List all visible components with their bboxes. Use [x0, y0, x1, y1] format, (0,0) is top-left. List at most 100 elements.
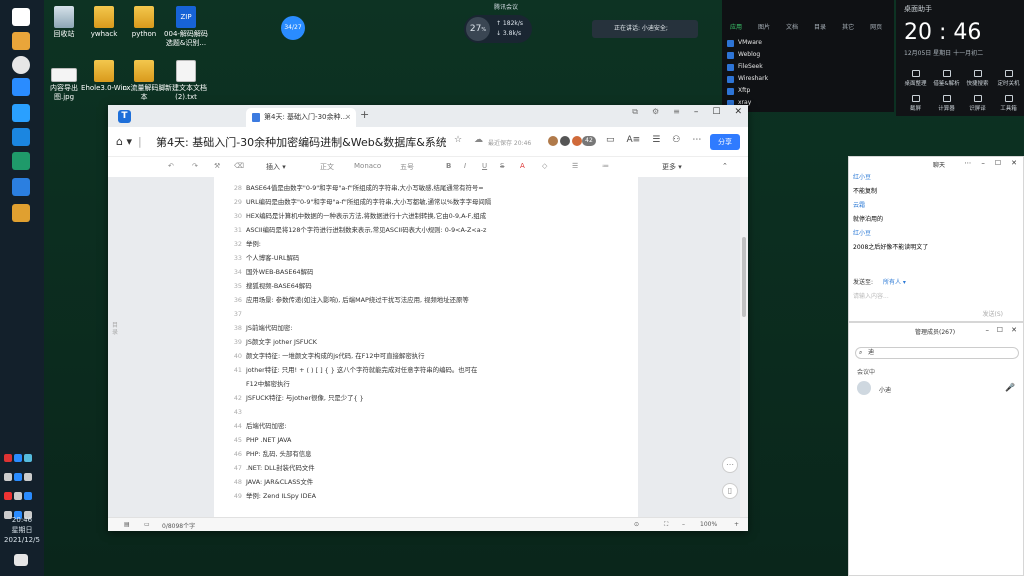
star-icon[interactable]: ☆ [454, 135, 462, 145]
comment-icon[interactable]: ▭ [606, 135, 615, 145]
font-select[interactable]: Monaco [354, 162, 381, 170]
more-icon[interactable]: ⋯ [692, 135, 701, 145]
document-page[interactable]: 28 BASE64值是由数字"0-9"和字母"a-f"所组成的字符串,大小写敏感,… [214, 177, 638, 517]
desktop-icon-cx[interactable]: cx流量解码脚本 [120, 60, 168, 102]
list-icon[interactable]: ☰ [652, 135, 660, 145]
list-button[interactable]: ≔ [602, 162, 609, 170]
tool-calculator[interactable]: 计算器 [931, 95, 962, 112]
tool-search[interactable]: 快捷搜索 [962, 70, 993, 87]
send-button[interactable]: 发送(S) [983, 309, 1004, 318]
search-tab[interactable]: 文档 [786, 22, 798, 31]
collapse-toolbar-icon[interactable]: ⌃ [722, 162, 728, 170]
tool-screenshot[interactable]: 截屏 [900, 95, 931, 112]
align-button[interactable]: ☰ [572, 162, 578, 170]
shield-icon[interactable] [12, 104, 30, 122]
desktop-icon-python[interactable]: python [120, 6, 168, 39]
tool-icon[interactable] [12, 204, 30, 222]
chrome-icon[interactable] [12, 56, 30, 74]
new-tab-button[interactable]: + [360, 108, 369, 121]
zoom-level[interactable]: 100% [700, 521, 717, 528]
search-result[interactable]: Xftp [722, 85, 894, 97]
search-result[interactable]: Wireshark [722, 73, 894, 85]
tool-shutdown[interactable]: 定时关机 [993, 70, 1024, 87]
search-result[interactable]: FileSeek [722, 61, 894, 73]
italic-button[interactable]: I [464, 162, 466, 170]
tool-organize[interactable]: 桌面整理 [900, 70, 931, 87]
font-color-button[interactable]: A [520, 162, 525, 170]
desktop-icon-zip[interactable]: ZIP 004-解码解码 选题&识别... [162, 6, 210, 48]
chat-more-icon[interactable]: ⋯ [964, 159, 971, 167]
comment-float-icon[interactable]: ▯ [722, 483, 738, 499]
close-tab-icon[interactable]: × [345, 108, 351, 127]
member-search-input[interactable]: ⌕ 迪 [855, 347, 1019, 359]
more-menu[interactable]: 更多 ▾ [662, 162, 682, 172]
float-ball[interactable]: 34/27 [281, 16, 305, 40]
chat-input[interactable]: 请输入内容... [853, 291, 889, 300]
member-minimize-button[interactable]: – [986, 326, 990, 334]
strikethrough-button[interactable]: S [500, 162, 504, 170]
undo-icon[interactable]: ↶ [168, 162, 174, 170]
highlight-button[interactable]: ◇ [542, 162, 547, 170]
size-select[interactable]: 五号 [400, 162, 414, 172]
taskbar-clock[interactable]: 20:46 星期日 2021/12/5 [0, 515, 44, 545]
search-result[interactable]: VMware [722, 37, 894, 49]
target-icon[interactable]: ⊙ [634, 521, 639, 528]
send-to-select[interactable]: 所有人 ▾ [883, 279, 906, 286]
search-tab[interactable]: 图片 [758, 22, 770, 31]
redo-icon[interactable]: ↷ [192, 162, 198, 170]
close-button[interactable]: ✕ [734, 107, 742, 117]
fullscreen-icon[interactable]: ⛶ [664, 521, 668, 529]
restore-icon[interactable]: ⧉ [632, 107, 638, 117]
user-icon[interactable]: ⚇ [672, 135, 680, 145]
more-options-icon[interactable]: ⋯ [722, 457, 738, 473]
underline-button[interactable]: U [482, 162, 487, 170]
desktop-icon-txt[interactable]: 新建文本文档 (2).txt [162, 60, 210, 102]
collaborator-avatars[interactable] [548, 136, 582, 146]
layout-icon[interactable]: ▤ [124, 521, 130, 528]
member-row[interactable]: 小迪 🎤 [857, 381, 1017, 397]
tool-translate[interactable]: 识屏译 [962, 95, 993, 112]
tool-toolbox[interactable]: 工具箱 [993, 95, 1024, 112]
settings-icon[interactable]: ⚙ [652, 107, 659, 117]
search-tab[interactable]: 目录 [814, 22, 826, 31]
word-count[interactable]: 0/8098个字 [162, 521, 195, 530]
chat-minimize-button[interactable]: – [981, 159, 985, 167]
tool-parse[interactable]: 借鉴&解析 [931, 70, 962, 87]
print-layout-icon[interactable]: ▭ [144, 521, 150, 528]
microphone-icon[interactable]: 🎤 [1005, 383, 1015, 392]
chat-app-icon[interactable] [12, 178, 30, 196]
chat-maximize-button[interactable]: ☐ [995, 159, 1001, 167]
chat-close-button[interactable]: ✕ [1011, 159, 1017, 167]
maximize-button[interactable]: ☐ [712, 107, 720, 117]
format-painter-icon[interactable]: ⚒ [214, 162, 220, 170]
notification-icon[interactable] [14, 554, 28, 566]
insert-menu[interactable]: 插入 ▾ [266, 162, 286, 172]
meeting-icon[interactable] [12, 128, 30, 146]
outline-button[interactable]: 目录 [112, 322, 120, 336]
vertical-scrollbar[interactable] [740, 177, 748, 517]
style-select[interactable]: 正文 [320, 162, 334, 172]
folder-icon[interactable] [12, 32, 30, 50]
search-tab[interactable]: 网页 [870, 22, 882, 31]
app-icon[interactable] [12, 78, 30, 96]
start-icon[interactable] [12, 8, 30, 26]
minimize-button[interactable]: – [694, 107, 699, 117]
app-logo-icon[interactable]: T [118, 110, 131, 123]
zoom-out-button[interactable]: – [682, 521, 685, 528]
zoom-in-button[interactable]: + [734, 521, 739, 528]
search-tab[interactable]: 其它 [842, 22, 854, 31]
home-icon[interactable]: ⌂ ▾ [116, 135, 132, 148]
bold-button[interactable]: B [446, 162, 451, 170]
member-maximize-button[interactable]: ☐ [997, 326, 1003, 334]
meeting-indicator[interactable]: 腾讯会议 [494, 2, 518, 11]
menu-icon[interactable]: ≡ [673, 107, 680, 117]
document-title[interactable]: 第4天: 基础入门-30余种加密编码进制&Web&数据库&系统&代码... [156, 134, 446, 150]
search-result[interactable]: Weblog [722, 49, 894, 61]
collaborator-count[interactable]: 42 [582, 136, 596, 146]
font-icon[interactable]: A≡ [627, 135, 641, 145]
share-button[interactable]: 分享 [710, 134, 740, 150]
network-widget[interactable]: 27% ↑ 182k/s ↓ 3.8k/s [464, 15, 532, 43]
terminal-icon[interactable] [12, 152, 30, 170]
tab-document[interactable]: 第4天: 基础入门-30余种... × [246, 108, 356, 127]
search-tab[interactable]: 应用 [730, 22, 742, 31]
